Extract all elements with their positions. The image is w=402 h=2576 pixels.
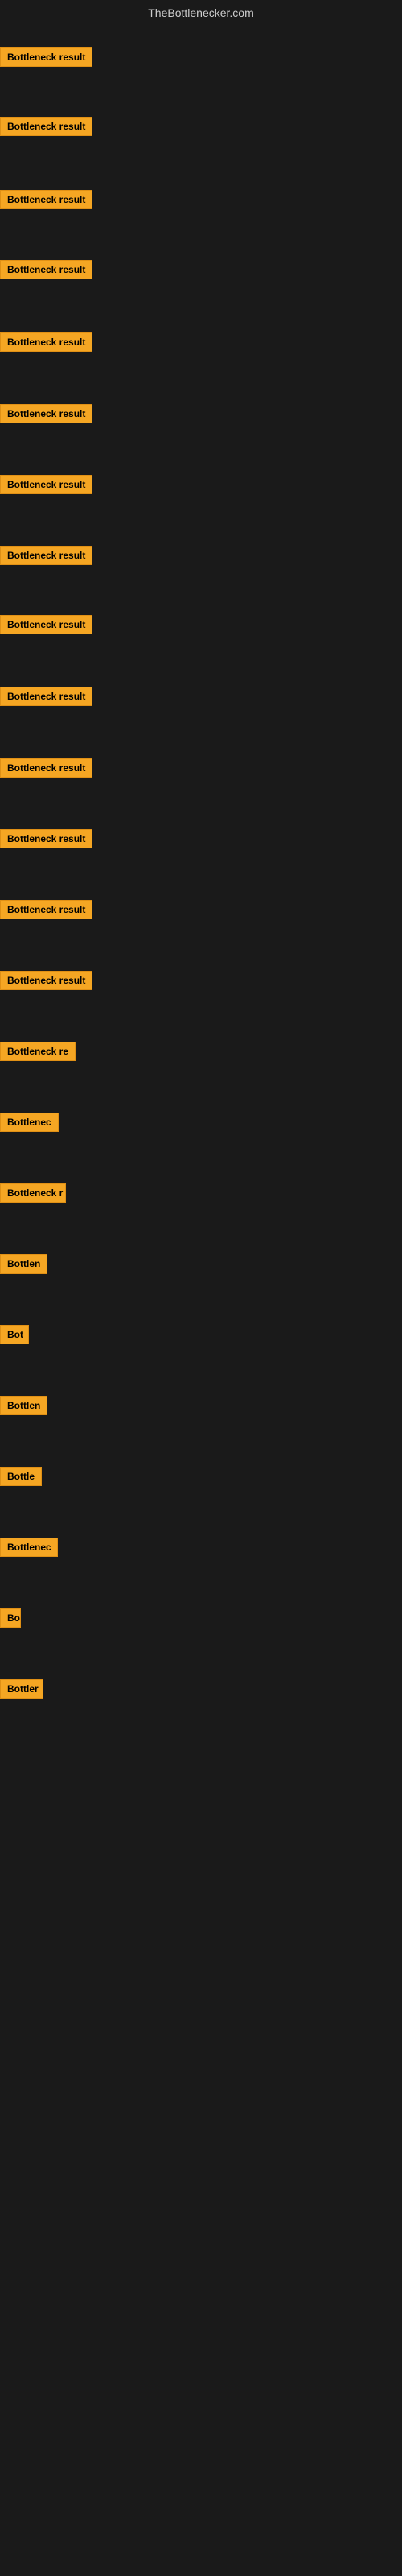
bottleneck-badge-13: Bottleneck result [0, 900, 92, 919]
bottleneck-result-item-7[interactable]: Bottleneck result [0, 475, 92, 498]
bottleneck-result-item-6[interactable]: Bottleneck result [0, 404, 92, 427]
bottleneck-badge-12: Bottleneck result [0, 829, 92, 848]
bottleneck-badge-15: Bottleneck re [0, 1042, 76, 1061]
bottleneck-badge-23: Bo [0, 1608, 21, 1628]
bottleneck-badge-22: Bottlenec [0, 1538, 58, 1557]
bottleneck-result-item-17[interactable]: Bottleneck r [0, 1183, 66, 1207]
bottleneck-badge-11: Bottleneck result [0, 758, 92, 778]
bottleneck-result-item-9[interactable]: Bottleneck result [0, 615, 92, 638]
bottleneck-badge-8: Bottleneck result [0, 546, 92, 565]
bottleneck-badge-2: Bottleneck result [0, 117, 92, 136]
bottleneck-result-item-21[interactable]: Bottle [0, 1467, 42, 1490]
bottleneck-result-item-8[interactable]: Bottleneck result [0, 546, 92, 569]
bottleneck-result-item-12[interactable]: Bottleneck result [0, 829, 92, 852]
bottleneck-result-item-4[interactable]: Bottleneck result [0, 260, 92, 283]
bottleneck-badge-7: Bottleneck result [0, 475, 92, 494]
bottleneck-badge-5: Bottleneck result [0, 332, 92, 352]
site-title: TheBottlenecker.com [0, 0, 402, 26]
bottleneck-result-item-20[interactable]: Bottlen [0, 1396, 47, 1419]
bottleneck-badge-21: Bottle [0, 1467, 42, 1486]
bottleneck-badge-19: Bot [0, 1325, 29, 1344]
bottleneck-result-item-13[interactable]: Bottleneck result [0, 900, 92, 923]
bottleneck-result-item-2[interactable]: Bottleneck result [0, 117, 92, 140]
bottleneck-result-item-3[interactable]: Bottleneck result [0, 190, 92, 213]
bottleneck-badge-10: Bottleneck result [0, 687, 92, 706]
bottleneck-badge-6: Bottleneck result [0, 404, 92, 423]
bottleneck-badge-24: Bottler [0, 1679, 43, 1699]
bottleneck-result-item-10[interactable]: Bottleneck result [0, 687, 92, 710]
bottleneck-result-item-16[interactable]: Bottlenec [0, 1113, 59, 1136]
bottleneck-badge-14: Bottleneck result [0, 971, 92, 990]
bottleneck-result-item-5[interactable]: Bottleneck result [0, 332, 92, 356]
bottleneck-badge-1: Bottleneck result [0, 47, 92, 67]
bottleneck-result-item-1[interactable]: Bottleneck result [0, 47, 92, 71]
bottleneck-badge-9: Bottleneck result [0, 615, 92, 634]
bottleneck-result-item-18[interactable]: Bottlen [0, 1254, 47, 1278]
bottleneck-badge-3: Bottleneck result [0, 190, 92, 209]
bottleneck-badge-17: Bottleneck r [0, 1183, 66, 1203]
bottleneck-result-item-19[interactable]: Bot [0, 1325, 29, 1348]
bottleneck-result-item-14[interactable]: Bottleneck result [0, 971, 92, 994]
bottleneck-result-item-15[interactable]: Bottleneck re [0, 1042, 76, 1065]
bottleneck-badge-4: Bottleneck result [0, 260, 92, 279]
bottleneck-result-item-11[interactable]: Bottleneck result [0, 758, 92, 782]
bottleneck-result-item-24[interactable]: Bottler [0, 1679, 43, 1703]
bottleneck-result-item-22[interactable]: Bottlenec [0, 1538, 58, 1561]
bottleneck-badge-18: Bottlen [0, 1254, 47, 1274]
bottleneck-result-item-23[interactable]: Bo [0, 1608, 21, 1632]
bottleneck-badge-16: Bottlenec [0, 1113, 59, 1132]
bottleneck-badge-20: Bottlen [0, 1396, 47, 1415]
